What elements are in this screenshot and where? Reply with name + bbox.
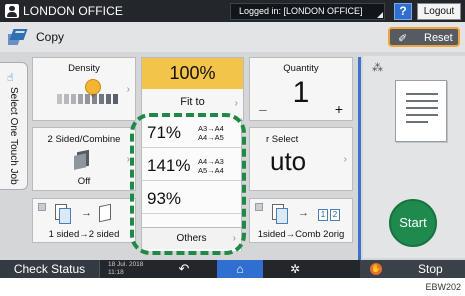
user-icon — [5, 4, 19, 18]
density-label: Density — [68, 63, 100, 74]
preview-icon[interactable]: ⁂ — [372, 61, 383, 74]
side-tab-label: Select One Touch Job — [8, 87, 19, 185]
chevron-right-icon: › — [343, 154, 347, 165]
app-header: Copy ✐ Reset — [0, 22, 465, 52]
shortcut-checkbox[interactable] — [255, 203, 263, 211]
top-bar: LONDON OFFICE Logged in: [LONDON OFFICE]… — [0, 0, 465, 22]
copy-screen: LONDON OFFICE Logged in: [LONDON OFFICE]… — [0, 0, 465, 278]
one-sided-to-comb-label: 1sided→Comb 2orig — [257, 229, 345, 240]
back-arrow-icon[interactable]: ↶ — [170, 260, 198, 278]
paper-select-tile[interactable]: r Select uto › — [249, 127, 353, 191]
stop-icon: ✋ — [370, 263, 382, 275]
reset-icon: ✐ — [398, 33, 408, 45]
date-text: 18 Jul. 2018 — [108, 261, 144, 268]
original-page-icon — [276, 208, 288, 224]
original-page-icon — [59, 208, 71, 224]
reset-label: Reset — [424, 32, 453, 44]
density-knob-icon — [85, 79, 101, 95]
home-icon[interactable]: ⌂ — [217, 260, 263, 278]
select-one-touch-job-tab[interactable]: ☝ Select One Touch Job — [0, 62, 28, 190]
help-button[interactable]: ? — [394, 3, 412, 20]
start-button[interactable]: Start — [389, 199, 437, 247]
preview-paper-icon — [395, 80, 447, 142]
date-time: 18 Jul. 2018 11:18 — [108, 261, 143, 277]
duplex-page-icon — [99, 203, 111, 223]
density-scale-icon — [57, 94, 118, 104]
login-status-box[interactable]: Logged in: [LONDON OFFICE] — [230, 3, 385, 20]
reduce-enlarge-tile[interactable]: 100% Fit to › — [141, 57, 244, 121]
quantity-plus-button[interactable]: + — [335, 101, 343, 117]
paper-select-value: uto — [270, 146, 307, 176]
reset-button[interactable]: ✐ Reset — [388, 27, 460, 47]
bottom-bar: Check Status 18 Jul. 2018 11:18 ↶ ⌂ ✲ ✋ … — [0, 260, 465, 278]
time-text: 11:18 — [108, 269, 124, 276]
gear-icon[interactable]: ✲ — [283, 260, 307, 278]
login-status-text: Logged in: [LONDON OFFICE] — [239, 6, 363, 16]
sided-combine-state: Off — [77, 176, 91, 187]
shortcut-checkbox[interactable] — [38, 203, 46, 211]
reduce-enlarge-selected: 100% — [142, 58, 243, 89]
reduce-enlarge-value: 100% — [169, 63, 216, 83]
quantity-label: Quantity — [283, 63, 319, 74]
arrow-right-icon: → — [81, 207, 92, 219]
copy-icon — [8, 29, 28, 45]
duplex-icon — [77, 149, 89, 169]
stop-label: Stop — [418, 262, 443, 276]
quantity-tile[interactable]: Quantity 1 – + — [249, 57, 353, 121]
density-tile[interactable]: Density › — [32, 57, 136, 121]
paper-select-label: r Select — [266, 134, 299, 145]
one-sided-to-two-sided-tile[interactable]: → 1 sided→2 sided — [32, 198, 136, 243]
one-sided-to-two-sided-label: 1 sided→2 sided — [48, 229, 120, 240]
logout-button[interactable]: Logout — [417, 3, 461, 20]
stop-button[interactable]: ✋ Stop — [360, 260, 465, 278]
figure-code: EBW202 — [425, 282, 461, 292]
app-title: Copy — [36, 30, 65, 44]
chevron-right-icon: › — [126, 84, 130, 95]
chevron-right-icon: › — [234, 98, 238, 109]
combined-page-1: 1 — [318, 209, 328, 221]
one-sided-to-comb-tile[interactable]: → 1 2 1sided→Comb 2orig — [249, 198, 353, 243]
panel-divider — [358, 57, 361, 261]
quantity-minus-button[interactable]: – — [259, 101, 267, 117]
highlight-frame — [130, 113, 246, 255]
office-title: LONDON OFFICE — [23, 4, 123, 18]
sided-combine-label: 2 Sided/Combine — [47, 134, 121, 145]
combined-page-2: 2 — [330, 209, 340, 221]
one-touch-icon: ☝ — [7, 72, 14, 84]
sided-combine-tile[interactable]: 2 Sided/Combine Off › — [32, 127, 136, 191]
fit-to-option[interactable]: Fit to — [142, 96, 243, 108]
login-corner-icon — [377, 12, 383, 18]
check-status-button[interactable]: Check Status — [0, 260, 100, 278]
arrow-right-icon: → — [298, 207, 309, 219]
